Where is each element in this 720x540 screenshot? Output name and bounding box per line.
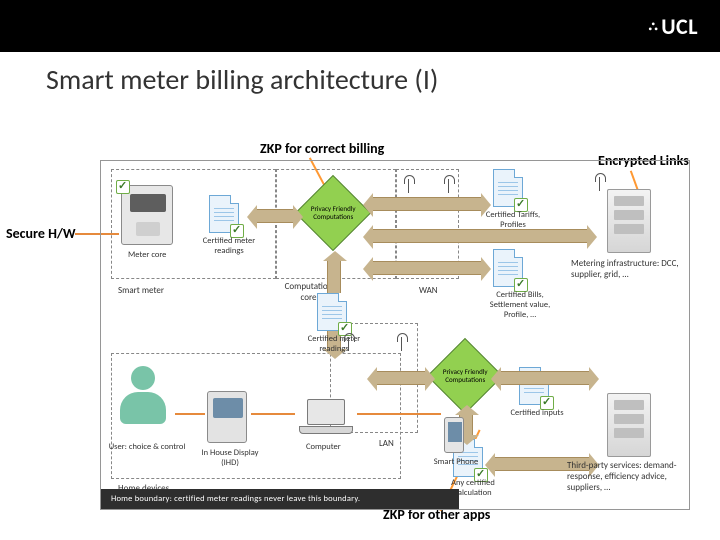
lbl-computer: Computer	[306, 443, 341, 453]
lbl-meter-readings: Certified meter readings	[193, 237, 265, 257]
doc-meter-readings	[209, 195, 239, 233]
lbl-cert-inputs: Certified inputs	[509, 409, 565, 419]
lbl-tariffs: Certified Tariffs, Profiles	[483, 211, 543, 231]
antenna-icon	[444, 175, 453, 193]
link	[357, 413, 441, 415]
antenna-icon	[595, 173, 604, 191]
zone-label-wan: WAN	[419, 285, 438, 296]
link	[175, 413, 205, 415]
lbl-ihd: In House Display (IHD)	[199, 449, 261, 469]
phone-icon	[444, 417, 464, 453]
annot-zkp-billing: ZKP for correct billing	[260, 140, 384, 157]
arrow-icon	[257, 209, 293, 223]
user-icon	[113, 366, 173, 436]
server-icon	[607, 393, 651, 457]
meter-icon	[121, 185, 173, 245]
lbl-user: User: choice & control	[106, 443, 188, 453]
lbl-bills: Certified Bills, Settlement value, Profi…	[477, 291, 563, 320]
link	[251, 413, 295, 415]
title-bar: ⛬ UCL	[0, 0, 720, 52]
portico-icon: ⛬	[649, 19, 659, 34]
doc-meter-readings-2	[317, 293, 347, 331]
doc-bills	[493, 249, 523, 287]
computer-icon	[299, 399, 353, 437]
logo-text: UCL	[661, 13, 698, 40]
ucl-logo: ⛬ UCL	[649, 13, 698, 40]
arrow-icon	[373, 261, 481, 275]
zone-label-mc: Meter core	[128, 251, 166, 261]
arrow-icon	[377, 371, 425, 385]
lbl-phone: Smart Phone	[429, 458, 483, 468]
server-icon	[607, 189, 651, 253]
doc-tariffs	[493, 169, 523, 207]
antenna-icon	[404, 175, 413, 193]
arrow-icon	[373, 197, 481, 211]
page-title: Smart meter billing architecture (I)	[46, 62, 720, 97]
home-boundary-bar: Home boundary: certified meter readings …	[101, 489, 459, 509]
zone-label-sm: Smart meter	[118, 285, 164, 296]
antenna-icon	[397, 333, 406, 351]
arrow-icon	[501, 371, 589, 385]
annot-secure-hw: Secure H/W	[6, 225, 76, 242]
lbl-cert-meter2: Certified meter readings	[297, 335, 371, 355]
lbl-third-party: Third-party services: demand-response, e…	[567, 461, 689, 493]
architecture-diagram: Smart meter Meter core Computation core …	[100, 160, 690, 510]
lbl-metering-infra: Metering infrastructure: DCC, supplier, …	[571, 259, 689, 281]
arrow-icon	[373, 229, 587, 243]
ihd-icon	[207, 391, 247, 443]
antenna-icon	[344, 333, 353, 351]
